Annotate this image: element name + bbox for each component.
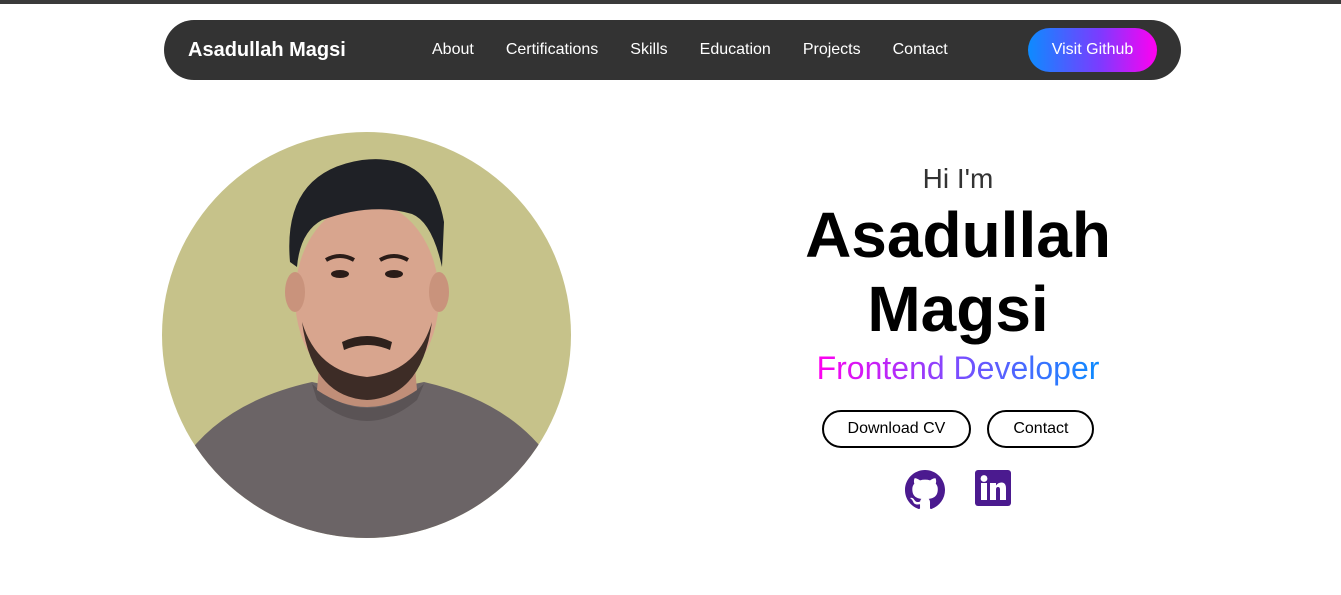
hero-section: Hi I'm Asadullah Magsi Frontend Develope… xyxy=(760,160,1156,515)
download-cv-button[interactable]: Download CV xyxy=(821,410,972,448)
contact-button[interactable]: Contact xyxy=(987,410,1095,448)
nav-link-certifications[interactable]: Certifications xyxy=(506,41,598,59)
profile-picture xyxy=(162,132,571,538)
profile-portrait xyxy=(182,159,552,538)
linkedin-icon[interactable] xyxy=(975,470,1011,515)
top-border xyxy=(0,0,1341,4)
github-icon[interactable] xyxy=(905,470,945,515)
hero-name-line1: Asadullah xyxy=(805,199,1111,271)
nav-link-contact[interactable]: Contact xyxy=(893,41,948,59)
social-links xyxy=(760,470,1156,515)
nav-link-skills[interactable]: Skills xyxy=(630,41,667,59)
nav-link-education[interactable]: Education xyxy=(700,41,771,59)
navbar: Asadullah Magsi About Certifications Ski… xyxy=(164,20,1181,80)
nav-link-projects[interactable]: Projects xyxy=(803,41,861,59)
nav-link-about[interactable]: About xyxy=(432,41,474,59)
brand-name[interactable]: Asadullah Magsi xyxy=(188,20,346,80)
role-title: Frontend Developer xyxy=(816,350,1100,386)
nav-links: About Certifications Skills Education Pr… xyxy=(432,20,980,80)
greeting-text: Hi I'm xyxy=(922,163,994,194)
hero-name-line2: Magsi xyxy=(867,273,1049,345)
hero-buttons: Download CV Contact xyxy=(760,410,1156,448)
visit-github-button[interactable]: Visit Github xyxy=(1028,28,1157,72)
